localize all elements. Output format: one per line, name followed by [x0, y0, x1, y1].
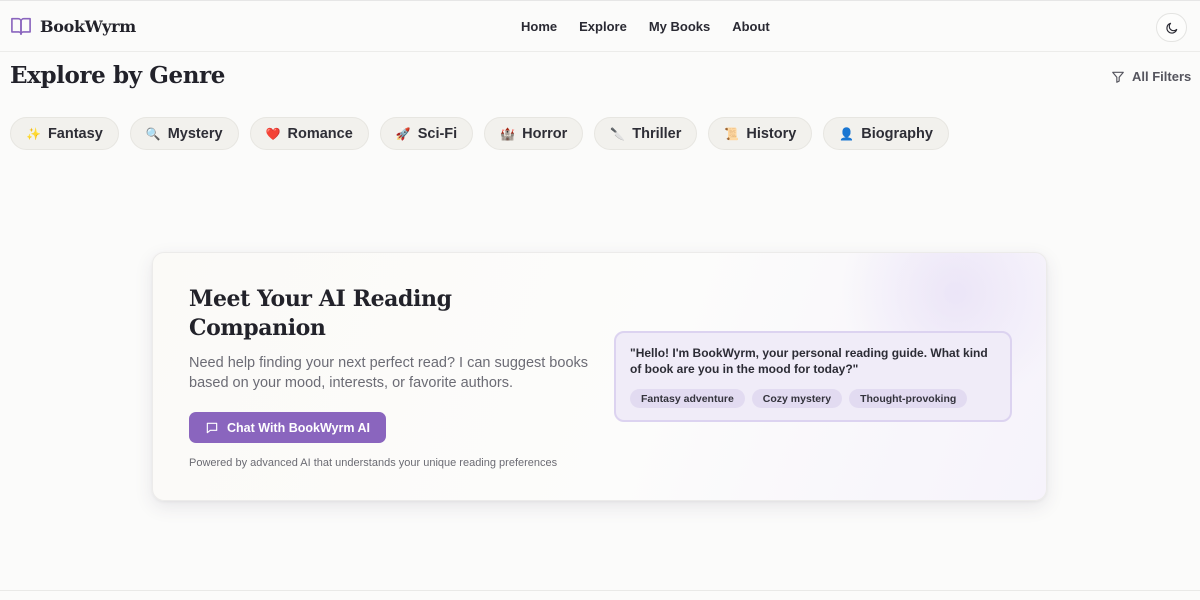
rocket-icon: 🚀: [395, 126, 411, 141]
nav-my-books[interactable]: My Books: [649, 19, 710, 34]
genre-chip-biography[interactable]: 👤 Biography: [823, 117, 949, 150]
page-title: Explore by Genre: [10, 62, 225, 89]
genre-label: Mystery: [167, 125, 223, 142]
sparkles-icon: ✨: [26, 126, 41, 141]
heart-icon: ❤️: [265, 126, 281, 141]
genre-list: ✨ Fantasy 🔍 Mystery ❤️ Romance 🚀 Sci-Fi …: [10, 117, 949, 150]
genre-chip-mystery[interactable]: 🔍 Mystery: [129, 117, 239, 150]
nav-explore[interactable]: Explore: [579, 19, 627, 34]
suggestion-chip[interactable]: Fantasy adventure: [630, 389, 745, 408]
nav-home[interactable]: Home: [521, 19, 557, 34]
moon-icon: [1165, 22, 1177, 34]
genre-label: History: [746, 125, 797, 142]
suggestion-list: Fantasy adventure Cozy mystery Thought-p…: [630, 389, 968, 408]
chat-icon: [206, 422, 218, 433]
ai-companion-card: Meet Your AI Reading Companion Need help…: [152, 252, 1047, 501]
footer-divider: [0, 590, 1200, 591]
theme-toggle-button[interactable]: [1156, 13, 1187, 42]
genre-label: Fantasy: [47, 125, 103, 142]
scroll-icon: 📜: [724, 126, 740, 141]
all-filters-button[interactable]: All Filters: [1111, 69, 1191, 84]
genre-label: Horror: [522, 125, 568, 142]
genre-label: Biography: [861, 125, 933, 142]
genre-chip-thriller[interactable]: 🔪 Thriller: [594, 117, 698, 150]
ai-card-description: Need help finding your next perfect read…: [189, 355, 589, 391]
knife-icon: 🔪: [610, 126, 626, 141]
suggestion-chip[interactable]: Cozy mystery: [751, 389, 843, 408]
chat-preview-bubble: "Hello! I'm BookWyrm, your personal read…: [614, 331, 1012, 422]
magnifier-icon: 🔍: [145, 126, 161, 141]
castle-icon: 🏰: [500, 126, 516, 141]
open-book-icon: [11, 17, 31, 35]
ai-card-footnote: Powered by advanced AI that understands …: [189, 457, 558, 469]
filter-icon: [1112, 71, 1124, 83]
genre-chip-fantasy[interactable]: ✨ Fantasy: [10, 117, 119, 150]
genre-label: Sci-Fi: [417, 125, 458, 142]
ai-card-title: Meet Your AI Reading Companion: [189, 286, 452, 341]
genre-chip-history[interactable]: 📜 History: [708, 117, 813, 150]
genre-label: Romance: [287, 125, 353, 142]
genre-chip-romance[interactable]: ❤️ Romance: [249, 117, 369, 150]
person-icon: 👤: [839, 126, 855, 141]
brand-name: BookWyrm: [40, 16, 136, 36]
genre-chip-horror[interactable]: 🏰 Horror: [484, 117, 584, 150]
chat-button-label: Chat With BookWyrm AI: [227, 420, 370, 435]
genre-label: Thriller: [632, 125, 682, 142]
brand[interactable]: BookWyrm: [10, 16, 136, 36]
main-nav: Home Explore My Books About: [521, 19, 770, 34]
suggestion-chip[interactable]: Thought-provoking: [849, 389, 968, 408]
genre-chip-sci-fi[interactable]: 🚀 Sci-Fi: [379, 117, 474, 150]
nav-about[interactable]: About: [732, 19, 770, 34]
all-filters-label: All Filters: [1132, 69, 1192, 84]
chat-with-ai-button[interactable]: Chat With BookWyrm AI: [189, 412, 386, 443]
chat-preview-text: "Hello! I'm BookWyrm, your personal read…: [630, 346, 988, 376]
top-navbar: BookWyrm Home Explore My Books About: [0, 0, 1200, 52]
